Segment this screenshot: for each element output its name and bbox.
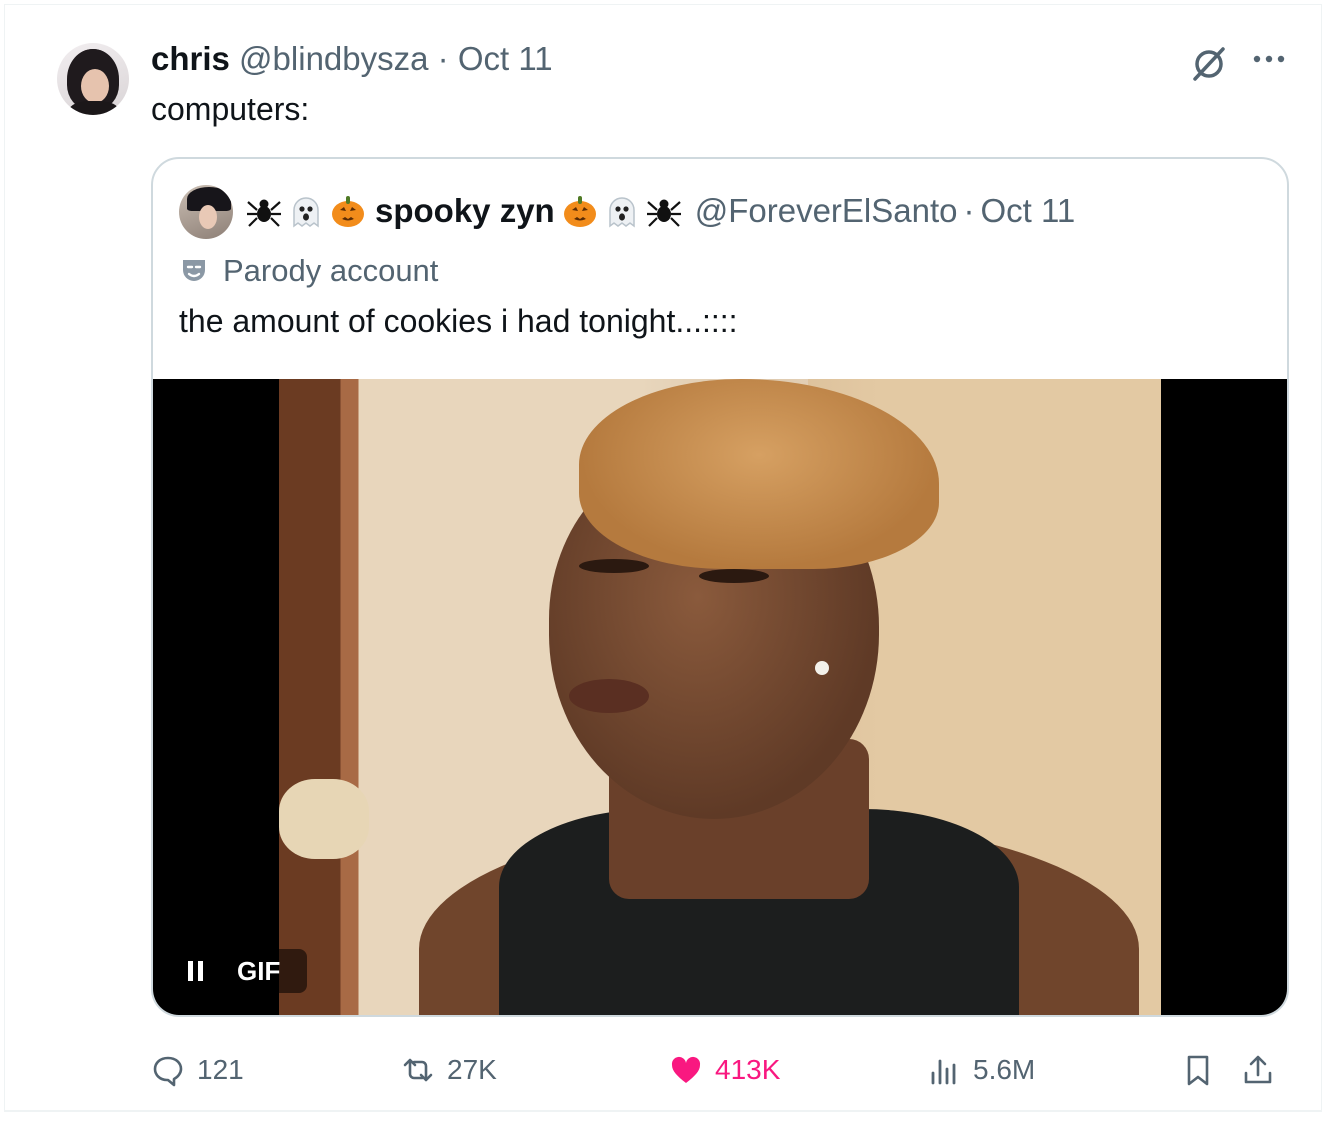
share-icon xyxy=(1244,1055,1272,1084)
pumpkin-emoji-icon xyxy=(332,196,364,227)
pumpkin-emoji-icon xyxy=(563,196,596,227)
share-button[interactable] xyxy=(1241,1045,1287,1095)
views-count: 5.6M xyxy=(973,1054,1036,1085)
views-icon xyxy=(931,1059,956,1085)
repost-icon xyxy=(403,1058,433,1082)
gif-image[interactable] xyxy=(279,379,1161,1015)
mask-icon xyxy=(183,260,205,281)
like-button[interactable]: 413K xyxy=(669,1045,780,1095)
quoted-author-name[interactable]: spooky zyn xyxy=(375,189,555,233)
spider-emoji-icon xyxy=(646,199,681,227)
pause-icon xyxy=(188,961,203,981)
reply-count: 121 xyxy=(197,1054,244,1085)
ghost-emoji-icon xyxy=(608,197,635,228)
quoted-author-handle[interactable]: @ForeverElSanto xyxy=(695,189,958,233)
tweet-text: computers: xyxy=(151,91,310,127)
bookmark-button[interactable] xyxy=(1181,1045,1227,1095)
author-name[interactable]: chris xyxy=(151,40,230,77)
quoted-header-separator: · xyxy=(963,192,975,229)
reply-button[interactable]: 121 xyxy=(151,1045,244,1095)
spider-emoji-icon xyxy=(247,199,281,227)
gif-play-pause-control[interactable]: GIF xyxy=(167,949,307,993)
parody-label: Parody account xyxy=(179,251,438,291)
bookmark-icon xyxy=(1187,1055,1209,1086)
repost-count: 27K xyxy=(447,1054,497,1085)
author-handle[interactable]: @blindbysza xyxy=(239,40,428,77)
heart-icon xyxy=(671,1056,701,1083)
gif-badge-label: GIF xyxy=(237,955,281,986)
quoted-date[interactable]: Oct 11 xyxy=(981,189,1076,233)
repost-button[interactable]: 27K xyxy=(401,1045,497,1095)
quoted-avatar[interactable] xyxy=(179,185,233,239)
author-avatar[interactable] xyxy=(57,43,129,115)
views-button[interactable]: 5.6M xyxy=(927,1045,1035,1095)
grok-icon[interactable] xyxy=(1189,43,1229,83)
gif-media[interactable]: GIF xyxy=(153,379,1287,1015)
action-bar: 121 27K 413K 5.6M xyxy=(151,1045,1289,1095)
tweet-card[interactable]: chris @blindbysza · Oct 11 computers: sp… xyxy=(4,4,1322,1112)
tweet-date[interactable]: Oct 11 xyxy=(458,40,553,77)
more-options-icon[interactable] xyxy=(1249,43,1289,83)
like-count: 413K xyxy=(715,1054,781,1085)
quoted-tweet[interactable]: spooky zyn @ForeverElSanto · Oct 11 Paro… xyxy=(151,157,1289,1017)
header-separator: · xyxy=(437,40,449,77)
ghost-emoji-icon xyxy=(293,197,319,228)
tweet-header: chris @blindbysza · Oct 11 xyxy=(151,39,553,79)
quoted-tweet-text: the amount of cookies i had tonight...::… xyxy=(179,303,738,339)
quoted-header: spooky zyn @ForeverElSanto · Oct 11 xyxy=(245,189,1075,233)
reply-icon xyxy=(153,1056,183,1087)
parody-label-text: Parody account xyxy=(223,253,439,288)
